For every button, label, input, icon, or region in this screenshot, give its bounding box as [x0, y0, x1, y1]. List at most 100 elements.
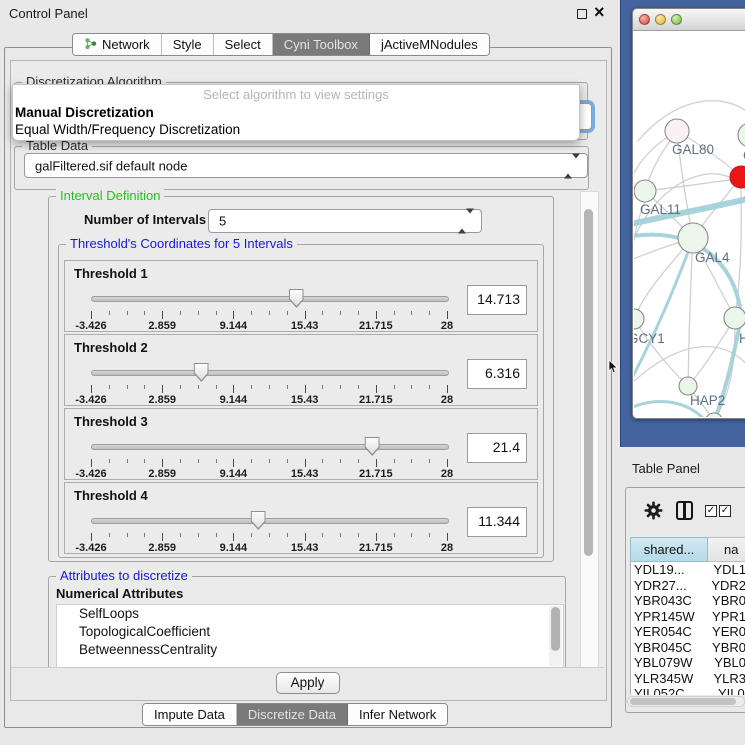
- tab-cyni-toolbox[interactable]: Cyni Toolbox: [273, 34, 370, 55]
- number-of-intervals-combobox[interactable]: 5: [208, 209, 482, 233]
- tab-label: Style: [173, 37, 202, 52]
- column-header-shared-name[interactable]: shared...: [630, 537, 708, 562]
- table-row[interactable]: YLR345WYLR3: [631, 671, 745, 687]
- tab-select[interactable]: Select: [214, 34, 273, 55]
- number-of-intervals-label: Number of Intervals: [84, 212, 206, 227]
- close-traffic-light[interactable]: [639, 14, 650, 25]
- shared-name-cell[interactable]: YDR27...: [631, 578, 703, 594]
- name-cell[interactable]: YLR3: [705, 671, 745, 687]
- slider-thumb[interactable]: [251, 511, 266, 530]
- threshold-slider[interactable]: -3.4262.8599.14415.4321.71528: [91, 435, 447, 477]
- attribute-list-item[interactable]: SelfLoops: [57, 605, 563, 623]
- tick-mark: [447, 533, 448, 541]
- list-vertical-scrollbar[interactable]: [549, 606, 562, 666]
- tick-label: 28: [441, 468, 453, 480]
- table-row[interactable]: YIL052CYIL0: [631, 686, 745, 695]
- threshold-value-field[interactable]: 6.316: [467, 359, 527, 389]
- shared-name-cell[interactable]: YBR043C: [631, 593, 704, 609]
- name-cell[interactable]: YBR0: [704, 593, 745, 609]
- name-cell[interactable]: YBR0: [704, 640, 745, 656]
- algorithm-option[interactable]: Equal Width/Frequency Discretization: [13, 121, 579, 138]
- split-columns-icon[interactable]: [676, 501, 693, 520]
- tick-mark: [447, 385, 448, 393]
- shared-name-cell[interactable]: YDL19...: [631, 562, 705, 578]
- network-node-gal80[interactable]: [665, 119, 689, 143]
- scrollbar-thumb[interactable]: [551, 607, 560, 651]
- gear-icon[interactable]: [644, 501, 663, 520]
- slider-thumb[interactable]: [289, 289, 304, 308]
- table-row[interactable]: YBR043CYBR0: [631, 593, 745, 609]
- network-node-ga[interactable]: [738, 123, 745, 147]
- network-edge[interactable]: [634, 319, 688, 386]
- name-cell[interactable]: YDL1: [705, 562, 745, 578]
- tick-mark: [322, 311, 323, 315]
- name-cell[interactable]: YIL0: [710, 686, 745, 695]
- settings-vertical-scrollbar[interactable]: [580, 191, 599, 668]
- tab-style[interactable]: Style: [162, 34, 214, 55]
- network-canvas[interactable]: GAL80GACGAL11GAL4GCY1HHAP2: [634, 31, 745, 417]
- shared-name-cell[interactable]: YIL052C: [631, 686, 710, 695]
- network-node-gal11[interactable]: [634, 180, 656, 202]
- slider-thumb[interactable]: [194, 363, 209, 382]
- threshold-value-field[interactable]: 21.4: [467, 433, 527, 463]
- attribute-list-item[interactable]: BetweennessCentrality: [57, 641, 563, 659]
- tab-impute-data[interactable]: Impute Data: [143, 704, 237, 725]
- table-horizontal-scrollbar[interactable]: [627, 696, 745, 707]
- network-node-gcy1[interactable]: [634, 309, 644, 329]
- float-window-icon[interactable]: [577, 9, 587, 19]
- network-edge[interactable]: [638, 101, 745, 141]
- network-window-titlebar[interactable]: [633, 9, 745, 31]
- network-node-gal4[interactable]: [678, 223, 708, 253]
- name-cell[interactable]: YER0: [704, 624, 745, 640]
- tab-infer-network[interactable]: Infer Network: [348, 704, 447, 725]
- shared-name-cell[interactable]: YLR345W: [631, 671, 705, 687]
- name-cell[interactable]: YBL0: [706, 655, 745, 671]
- tick-mark: [216, 385, 217, 389]
- table-row[interactable]: YBR045CYBR0: [631, 640, 745, 656]
- scrollbar-thumb[interactable]: [630, 698, 736, 705]
- tab-network[interactable]: Network: [73, 34, 162, 55]
- apply-button[interactable]: Apply: [276, 672, 340, 694]
- tick-mark: [269, 459, 270, 463]
- table-row[interactable]: YPR145WYPR1: [631, 609, 745, 625]
- network-edge[interactable]: [688, 238, 693, 386]
- shared-name-cell[interactable]: YBL079W: [631, 655, 706, 671]
- network-node-h[interactable]: [724, 307, 745, 329]
- close-window-icon[interactable]: ×: [594, 2, 605, 23]
- table-row[interactable]: YER054CYER0: [631, 624, 745, 640]
- tick-mark: [429, 533, 430, 537]
- minimize-traffic-light[interactable]: [655, 14, 666, 25]
- zoom-traffic-light[interactable]: [671, 14, 682, 25]
- table-data-combobox[interactable]: galFiltered.sif default node: [24, 153, 588, 178]
- shared-name-cell[interactable]: YBR045C: [631, 640, 704, 656]
- shared-name-cell[interactable]: YPR145W: [631, 609, 704, 625]
- name-cell[interactable]: YDR2: [703, 578, 745, 594]
- tab-discretize-data[interactable]: Discretize Data: [237, 704, 348, 725]
- threshold-value-field[interactable]: 14.713: [467, 285, 527, 315]
- scrollbar-thumb[interactable]: [584, 209, 593, 556]
- tick-mark: [411, 385, 412, 389]
- table-row[interactable]: YBL079WYBL0: [631, 655, 745, 671]
- tick-mark: [233, 459, 234, 467]
- algorithm-option[interactable]: Manual Discretization: [13, 104, 579, 121]
- slider-track[interactable]: [91, 296, 449, 302]
- network-node[interactable]: [705, 413, 723, 417]
- threshold-value-field[interactable]: 11.344: [467, 507, 527, 537]
- slider-thumb[interactable]: [365, 437, 380, 456]
- threshold-slider[interactable]: -3.4262.8599.14415.4321.71528: [91, 509, 447, 551]
- threshold-slider[interactable]: -3.4262.8599.14415.4321.71528: [91, 361, 447, 403]
- threshold-slider[interactable]: -3.4262.8599.14415.4321.71528: [91, 287, 447, 329]
- tab-jactivemnodules[interactable]: jActiveMNodules: [370, 34, 489, 55]
- slider-track[interactable]: [91, 370, 449, 376]
- attribute-list-item[interactable]: TopologicalCoefficient: [57, 623, 563, 641]
- slider-track[interactable]: [91, 444, 449, 450]
- checkbox-checked-icon[interactable]: ✓: [705, 505, 717, 517]
- table-row[interactable]: YDL19...YDL1: [631, 562, 745, 578]
- shared-name-cell[interactable]: YER054C: [631, 624, 704, 640]
- table-row[interactable]: YDR27...YDR2: [631, 578, 745, 594]
- slider-track[interactable]: [91, 518, 449, 524]
- name-cell[interactable]: YPR1: [704, 609, 745, 625]
- table-data-value: galFiltered.sif default node: [35, 158, 187, 173]
- column-header-name[interactable]: na: [708, 537, 745, 562]
- checkbox-checked-icon[interactable]: ✓: [719, 505, 731, 517]
